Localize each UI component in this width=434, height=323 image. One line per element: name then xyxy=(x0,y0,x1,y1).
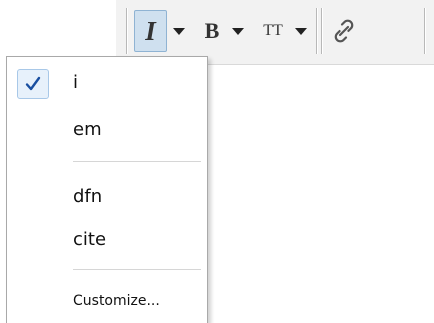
caret-down-icon xyxy=(232,27,244,35)
menu-item-label: dfn xyxy=(73,186,103,207)
menu-item-cite[interactable]: cite xyxy=(10,220,204,260)
italic-tag-menu: i em dfn cite Customize... xyxy=(6,56,208,323)
toolbar-separator xyxy=(321,8,322,54)
menu-item-i[interactable]: i xyxy=(10,63,204,103)
link-button[interactable] xyxy=(326,10,362,52)
bold-glyph: B xyxy=(204,18,220,43)
screen: I B TT i em dfn cite Customize... xyxy=(0,0,434,323)
menu-item-label: i xyxy=(73,72,79,93)
checkmark-icon xyxy=(25,76,41,91)
menu-item-label: Customize... xyxy=(73,293,160,309)
menu-item-label: cite xyxy=(73,229,107,250)
checked-indicator xyxy=(17,69,49,99)
menu-item-em[interactable]: em xyxy=(10,110,204,150)
link-icon xyxy=(334,19,354,43)
menu-item-customize[interactable]: Customize... xyxy=(10,281,204,321)
bold-dropdown-button[interactable] xyxy=(227,10,249,52)
menu-item-label: em xyxy=(73,119,102,140)
teletype-button[interactable]: TT xyxy=(256,10,290,52)
toolbar-separator xyxy=(126,8,127,54)
menu-item-dfn[interactable]: dfn xyxy=(10,177,204,217)
toolbar-separator xyxy=(316,8,317,54)
italic-button[interactable]: I xyxy=(134,10,167,52)
italic-glyph: I xyxy=(145,15,156,46)
toolbar-separator xyxy=(424,8,425,54)
menu-separator xyxy=(73,269,201,270)
teletype-glyph: TT xyxy=(263,22,283,39)
italic-dropdown-button[interactable] xyxy=(168,10,190,52)
menu-separator xyxy=(73,161,201,162)
teletype-dropdown-button[interactable] xyxy=(290,10,312,52)
caret-down-icon xyxy=(173,27,185,35)
caret-down-icon xyxy=(295,27,307,35)
bold-button[interactable]: B xyxy=(197,10,227,52)
